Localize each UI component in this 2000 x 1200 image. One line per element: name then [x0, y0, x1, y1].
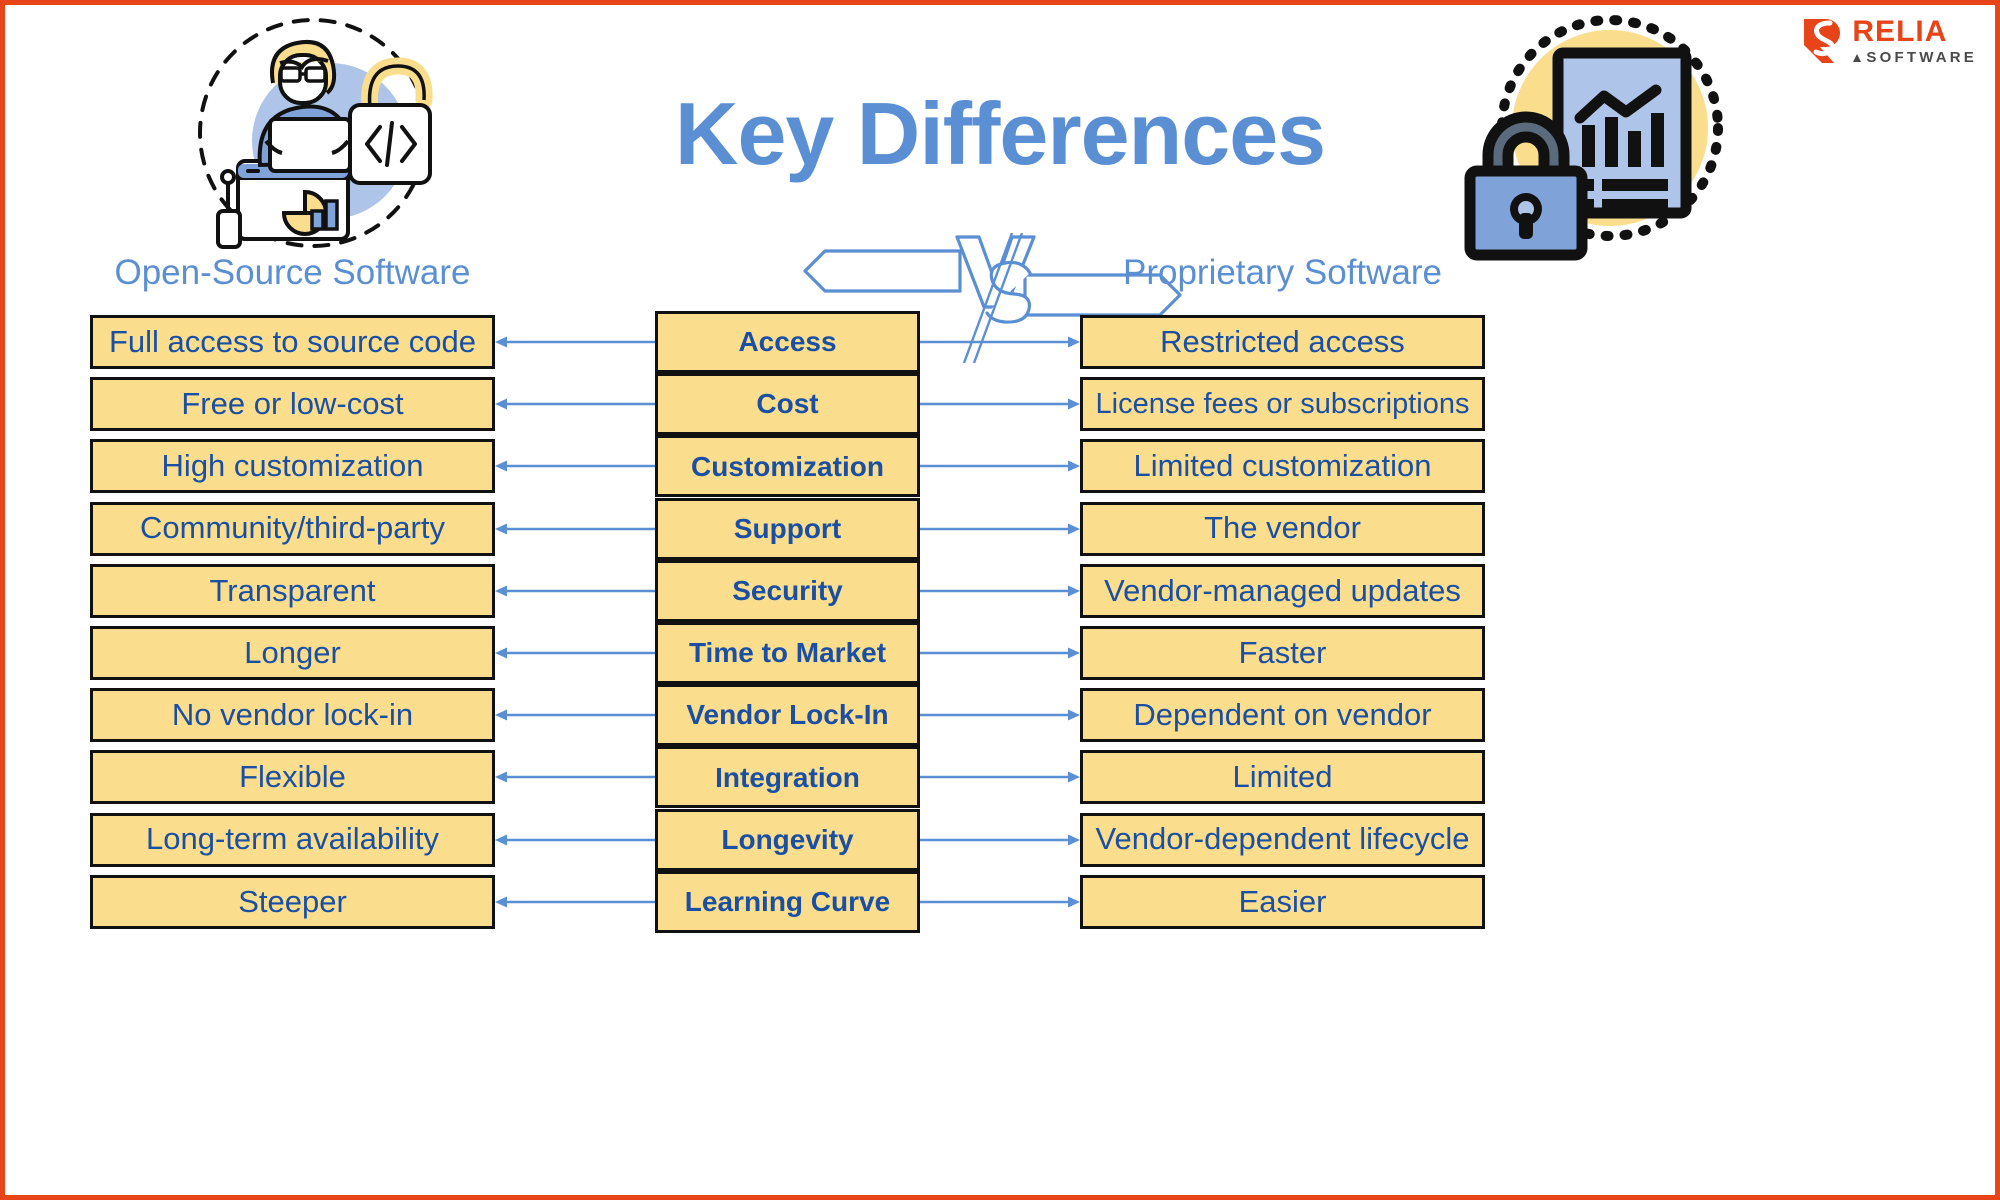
criterion-cell-text: Cost: [756, 388, 819, 420]
open-source-cell-text: Transparent: [209, 572, 376, 608]
open-source-cell-text: High customization: [161, 448, 424, 484]
criterion-cell: Cost: [655, 373, 920, 436]
arrow-to-open-source-icon: [495, 647, 655, 659]
open-source-cell: No vendor lock-in: [90, 688, 495, 743]
proprietary-cell: Dependent on vendor: [1080, 688, 1485, 743]
proprietary-cell: Easier: [1080, 874, 1485, 929]
proprietary-cell-text: Dependent on vendor: [1133, 696, 1432, 732]
criterion-cell: Integration: [655, 746, 920, 809]
proprietary-cell-text: Limited customization: [1133, 448, 1432, 484]
open-source-cell-text: No vendor lock-in: [171, 696, 414, 732]
criterion-cell-text: Support: [733, 512, 842, 544]
comparison-table: Full access to source code Access Restrict…: [5, 5, 1995, 1195]
open-source-cell: Long-term availability: [90, 812, 495, 867]
criterion-cell: Time to Market: [655, 622, 920, 684]
open-source-cell-text: Full access to source code: [108, 323, 476, 359]
open-source-cell-text: Long-term availability: [146, 821, 439, 857]
proprietary-cell-text: Vendor-managed updates: [1104, 572, 1461, 608]
criterion-cell-text: Customization: [691, 450, 884, 482]
proprietary-cell-text: Limited: [1232, 759, 1333, 795]
arrow-to-proprietary-icon: [920, 336, 1080, 348]
arrow-to-proprietary-icon: [920, 834, 1080, 846]
arrow-to-proprietary-icon: [920, 585, 1080, 597]
criterion-cell: Security: [655, 559, 920, 622]
open-source-cell: Free or low-cost: [90, 377, 495, 432]
arrow-to-proprietary-icon: [920, 460, 1080, 472]
arrow-to-open-source-icon: [495, 460, 655, 472]
open-source-cell: High customization: [90, 439, 495, 494]
open-source-cell: Longer: [90, 626, 495, 680]
arrow-to-proprietary-icon: [920, 896, 1080, 908]
proprietary-cell: License fees or subscriptions: [1080, 377, 1485, 432]
arrow-to-open-source-icon: [495, 896, 655, 908]
criterion-cell-text: Vendor Lock-In: [686, 699, 889, 731]
proprietary-cell: Restricted access: [1080, 315, 1485, 369]
open-source-cell: Community/third-party: [90, 501, 495, 556]
open-source-cell: Transparent: [90, 563, 495, 618]
arrow-to-open-source-icon: [495, 709, 655, 721]
proprietary-cell: Faster: [1080, 626, 1485, 680]
criterion-cell-text: Integration: [715, 761, 860, 793]
proprietary-cell: The vendor: [1080, 501, 1485, 556]
arrow-to-open-source-icon: [495, 336, 655, 348]
proprietary-cell-text: The vendor: [1204, 510, 1361, 546]
open-source-cell-text: Free or low-cost: [181, 385, 404, 421]
criterion-cell: Customization: [655, 435, 920, 498]
criterion-cell-text: Time to Market: [688, 637, 887, 669]
arrow-to-proprietary-icon: [920, 709, 1080, 721]
arrow-to-open-source-icon: [495, 771, 655, 783]
open-source-cell: Flexible: [90, 750, 495, 805]
criterion-cell: Longevity: [655, 808, 920, 871]
proprietary-cell: Limited customization: [1080, 439, 1485, 494]
proprietary-cell: Vendor-managed updates: [1080, 563, 1485, 618]
proprietary-cell-text: Faster: [1238, 634, 1327, 670]
arrow-to-proprietary-icon: [920, 647, 1080, 659]
arrow-to-proprietary-icon: [920, 771, 1080, 783]
open-source-cell: Full access to source code: [90, 315, 495, 369]
criterion-cell: Learning Curve: [655, 870, 920, 933]
arrow-to-proprietary-icon: [920, 523, 1080, 535]
criterion-cell-text: Learning Curve: [684, 886, 891, 918]
open-source-cell-text: Community/third-party: [140, 510, 445, 546]
open-source-cell-text: Steeper: [238, 883, 347, 919]
proprietary-cell-text: Easier: [1238, 883, 1327, 919]
criterion-cell: Support: [655, 497, 920, 560]
proprietary-cell-text: License fees or subscriptions: [1095, 387, 1470, 420]
proprietary-cell-text: Vendor-dependent lifecycle: [1095, 821, 1470, 857]
criterion-cell-text: Security: [732, 575, 843, 607]
infographic-page: RELIA SOFTWARE Key Differences Open-Sour…: [0, 0, 2000, 1200]
arrow-to-proprietary-icon: [920, 398, 1080, 410]
proprietary-cell-text: Restricted access: [1160, 323, 1405, 359]
criterion-cell-text: Access: [738, 326, 837, 358]
arrow-to-open-source-icon: [495, 834, 655, 846]
proprietary-cell: Limited: [1080, 750, 1485, 805]
open-source-cell-text: Flexible: [239, 759, 346, 795]
arrow-to-open-source-icon: [495, 585, 655, 597]
criterion-cell: Vendor Lock-In: [655, 684, 920, 747]
open-source-cell: Steeper: [90, 874, 495, 929]
open-source-cell-text: Longer: [244, 634, 341, 670]
criterion-cell: Access: [655, 311, 920, 373]
proprietary-cell: Vendor-dependent lifecycle: [1080, 812, 1485, 867]
arrow-to-open-source-icon: [495, 523, 655, 535]
arrow-to-open-source-icon: [495, 398, 655, 410]
criterion-cell-text: Longevity: [721, 823, 854, 855]
